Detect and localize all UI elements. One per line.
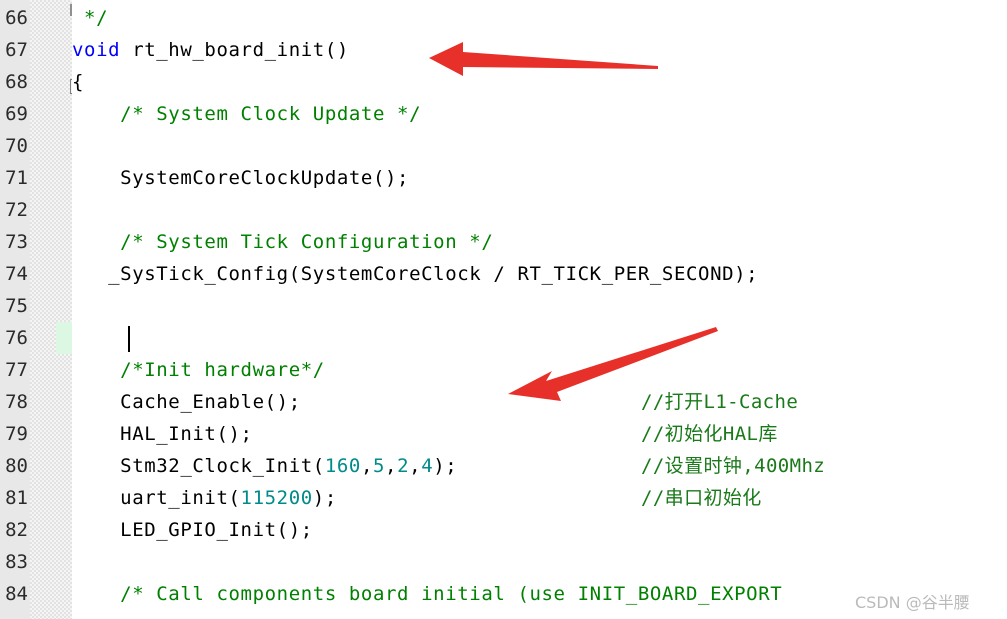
code-line-78[interactable]: Cache_Enable(); [72, 386, 1007, 418]
code-line-69[interactable]: /* System Clock Update */ [72, 98, 1007, 130]
line-number: 82 [5, 519, 28, 541]
code-folding-gutter[interactable] [30, 0, 85, 619]
token: uart_init( [72, 487, 241, 509]
token: , [385, 455, 398, 477]
code-line-76[interactable] [72, 322, 1007, 354]
code-line-66[interactable]: */ [72, 2, 1007, 34]
token: Stm32_Clock_Init( [72, 455, 325, 477]
code-line-84[interactable]: /* Call components board initial (use IN… [72, 578, 1007, 610]
code-line-75[interactable] [72, 290, 1007, 322]
text-caret [128, 326, 130, 352]
token: HAL_Init(); [72, 423, 253, 445]
line-number: 69 [5, 103, 28, 125]
line-numbers: 66 67 68 69 70 71 72 73 74 75 76 77 78 79 80 81 82 83 84 [0, 0, 30, 619]
code-line-67[interactable]: void rt_hw_board_init() [72, 34, 1007, 66]
token: 160 [324, 455, 361, 477]
code-line-83[interactable] [72, 546, 1007, 578]
token: , [409, 455, 422, 477]
token: /*Init hardware*/ [72, 359, 325, 381]
code-line-74[interactable]: _SysTick_Config(SystemCoreClock / RT_TIC… [72, 258, 1007, 290]
token: { [72, 71, 85, 93]
line-number: 80 [5, 455, 28, 477]
token: 115200 [240, 487, 313, 509]
code-line-81[interactable]: uart_init(115200); [72, 482, 1007, 514]
line-number: 71 [5, 167, 28, 189]
token: LED_GPIO_Init(); [72, 519, 313, 541]
code-line-77[interactable]: /*Init hardware*/ [72, 354, 1007, 386]
token: 5 [373, 455, 386, 477]
token: ); [312, 487, 337, 509]
token: , [360, 455, 373, 477]
line-number: 74 [5, 263, 28, 285]
code-line-82[interactable]: LED_GPIO_Init(); [72, 514, 1007, 546]
line-number: 81 [5, 487, 28, 509]
line-number: 73 [5, 231, 28, 253]
token: /* System Clock Update */ [72, 103, 422, 125]
code-line-72[interactable] [72, 194, 1007, 226]
code-line-80[interactable]: Stm32_Clock_Init(160,5,2,4); [72, 450, 1007, 482]
token: /* System Tick Configuration */ [72, 231, 494, 253]
token: /* Call components board initial (use IN… [72, 583, 783, 605]
line-number: 72 [5, 199, 28, 221]
token: rt_hw_board_init() [120, 39, 349, 61]
line-number: 75 [5, 295, 28, 317]
line-number: 79 [5, 423, 28, 445]
line-number: 67 [5, 39, 28, 61]
token: 4 [421, 455, 434, 477]
line-number: 84 [5, 583, 28, 605]
code-line-68[interactable]: { [72, 66, 1007, 98]
token: */ [72, 7, 109, 29]
line-number: 77 [5, 359, 28, 381]
line-number: 83 [5, 551, 28, 573]
line-number: 66 [5, 7, 28, 29]
line-number: 78 [5, 391, 28, 413]
code-line-71[interactable]: SystemCoreClockUpdate(); [72, 162, 1007, 194]
line-number: 76 [5, 327, 28, 349]
code-line-79[interactable]: HAL_Init(); [72, 418, 1007, 450]
token: 2 [397, 455, 410, 477]
token: void [72, 39, 121, 61]
line-number: 68 [5, 71, 28, 93]
code-line-73[interactable]: /* System Tick Configuration */ [72, 226, 1007, 258]
token: _SysTick_Config(SystemCoreClock / RT_TIC… [72, 263, 759, 285]
token: Cache_Enable(); [72, 391, 301, 413]
line-number: 70 [5, 135, 28, 157]
code-line-70[interactable] [72, 130, 1007, 162]
token: ); [433, 455, 458, 477]
token: SystemCoreClockUpdate(); [72, 167, 410, 189]
code-editor-screenshot: */ void rt_hw_board_init() { /* System Clo… [0, 0, 1007, 619]
code-text-area[interactable]: */ void rt_hw_board_init() { /* System Clo… [72, 0, 1007, 619]
